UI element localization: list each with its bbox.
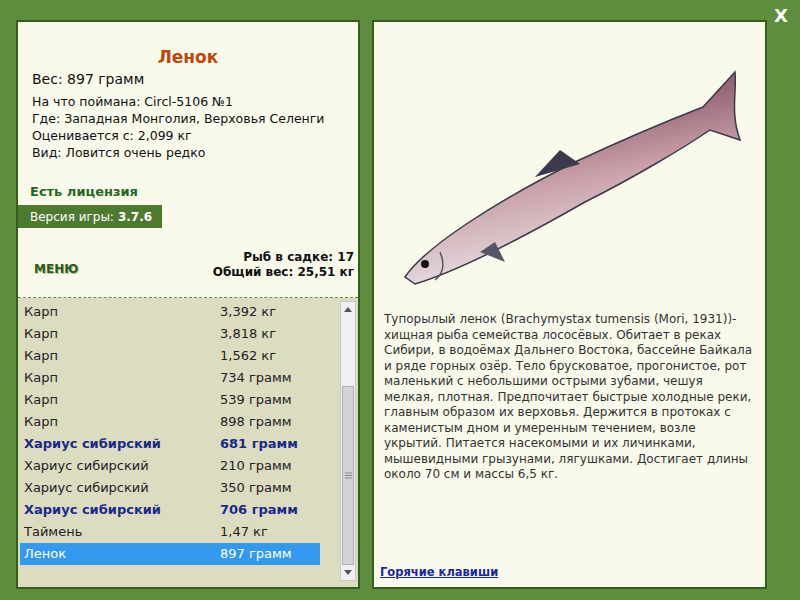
license-label: Есть лицензия (18, 183, 358, 201)
catch-name: Карп (20, 390, 220, 410)
catch-row[interactable]: Таймень1,47 кг (20, 521, 320, 543)
catch-weight: 1,562 кг (220, 346, 276, 366)
catch-row[interactable]: Хариус сибирский681 грамм (20, 433, 320, 455)
catch-name: Карп (20, 412, 220, 432)
catch-name: Карп (20, 302, 220, 322)
catch-row[interactable]: Хариус сибирский706 грамм (20, 499, 320, 521)
catch-name: Ленок (20, 544, 220, 564)
grip-icon (345, 472, 352, 479)
fish-title: Ленок (18, 46, 358, 68)
catch-name: Хариус сибирский (20, 434, 220, 454)
catch-row[interactable]: Хариус сибирский210 грамм (20, 455, 320, 477)
catch-weight: 210 грамм (220, 456, 292, 476)
catch-weight: 706 грамм (220, 500, 298, 520)
catch-row[interactable]: Карп898 грамм (20, 411, 320, 433)
keepnet-total: Общий вес: 25,51 кг (213, 265, 354, 280)
fish-picture (385, 52, 755, 302)
catch-list-area: Карп3,392 кгКарп3,818 кгКарп1,562 кгКарп… (18, 298, 358, 587)
keepnet-count: Рыб в садке: 17 (243, 250, 354, 265)
fish-description: Тупорылый ленок (Brachymystax tumensis (… (374, 312, 765, 483)
game-window: XЛенокВес: 897 граммНа что поймана: Circ… (0, 0, 800, 600)
catch-row[interactable]: Карп734 грамм (20, 367, 320, 389)
version-bar: Версия игры:3.7.6 (18, 205, 162, 228)
fish-info-panel: ЛенокВес: 897 граммНа что поймана: Circl… (16, 20, 360, 589)
catch-row[interactable]: Карп3,392 кг (20, 301, 320, 323)
info-section: ЛенокВес: 897 грамм На что поймана: Circl… (18, 22, 358, 298)
fish-weight: Вес: 897 грамм (18, 69, 358, 89)
fish-detail: Вид: Ловится очень редко (32, 144, 358, 161)
catch-weight: 350 грамм (220, 478, 292, 498)
scroll-down-button[interactable] (341, 565, 355, 580)
catch-weight: 897 грамм (220, 544, 292, 564)
catch-name: Хариус сибирский (20, 500, 220, 520)
catch-weight: 1,47 кг (220, 522, 268, 542)
catch-name: Карп (20, 346, 220, 366)
close-button[interactable]: X (772, 5, 790, 27)
catch-weight: 539 грамм (220, 390, 292, 410)
catch-weight: 734 грамм (220, 368, 292, 388)
catch-weight: 898 грамм (220, 412, 292, 432)
version-value: 3.7.6 (118, 208, 152, 226)
version-label: Версия игры: (30, 208, 114, 226)
catch-weight: 681 грамм (220, 434, 298, 454)
description-panel: Тупорылый ленок (Brachymystax tumensis (… (372, 20, 767, 589)
catch-row[interactable]: Хариус сибирский350 грамм (20, 477, 320, 499)
hotkeys-link[interactable]: Горячие клавиши (374, 564, 765, 587)
arrow-down-icon (344, 570, 352, 575)
catch-name: Карп (20, 324, 220, 344)
menu-button[interactable]: МЕНЮ (22, 260, 78, 278)
catch-row[interactable]: Карп3,818 кг (20, 323, 320, 345)
catch-row[interactable]: Карп539 грамм (20, 389, 320, 411)
catch-name: Таймень (20, 522, 220, 542)
catch-weight: 3,818 кг (220, 324, 276, 344)
catch-row[interactable]: Ленок897 грамм (20, 543, 320, 565)
catch-weight: 3,392 кг (220, 302, 276, 322)
scroll-up-button[interactable] (341, 302, 355, 317)
fish-detail: Где: Западная Монголия, Верховья Селенги (32, 110, 358, 127)
scrollbar[interactable] (340, 301, 356, 581)
catch-name: Хариус сибирский (20, 478, 220, 498)
catch-row[interactable]: Карп1,562 кг (20, 345, 320, 367)
scroll-thumb[interactable] (342, 386, 354, 565)
arrow-up-icon (344, 307, 352, 312)
fish-detail: Оценивается с: 2,099 кг (32, 127, 358, 144)
catch-list: Карп3,392 кгКарп3,818 кгКарп1,562 кгКарп… (20, 301, 320, 587)
fish-detail: На что поймана: Circl-5106 №1 (32, 93, 358, 110)
catch-name: Хариус сибирский (20, 456, 220, 476)
catch-name: Карп (20, 368, 220, 388)
